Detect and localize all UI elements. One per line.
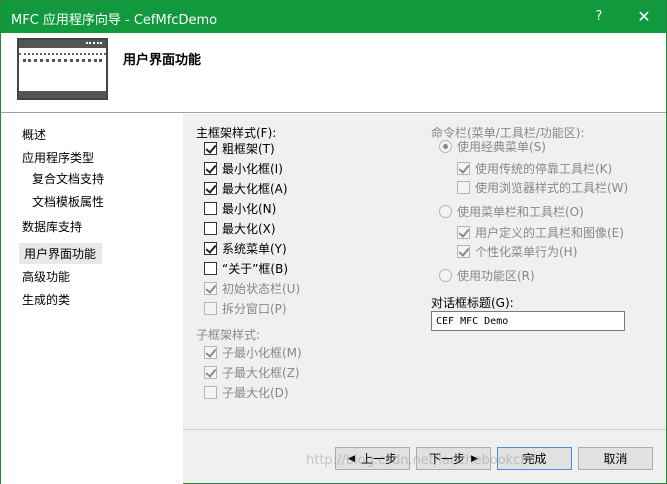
help-button[interactable]: ?	[581, 1, 617, 33]
page-title: 用户界面功能	[123, 53, 202, 68]
personalized-menu-checkbox[interactable]: 个性化菜单行为(H)	[457, 243, 577, 260]
dialog-title-input[interactable]: CEF MFC Demo	[431, 311, 625, 331]
child-maximize-box-checkbox[interactable]: 子最大化框(Z)	[204, 364, 300, 381]
menubar-toolbar-radio[interactable]: 使用菜单栏和工具栏(O)	[439, 203, 584, 220]
header-banner: 用户界面功能	[1, 33, 666, 113]
nav-item-app-type[interactable]: 应用程序类型	[22, 149, 94, 166]
main-frame-label: 主框架样式(F):	[196, 126, 277, 140]
nav-item-advanced[interactable]: 高级功能	[22, 268, 70, 285]
user-toolbar-images-checkbox[interactable]: 用户定义的工具栏和图像(E)	[457, 224, 624, 241]
initial-status-bar-checkbox[interactable]: 初始状态栏(U)	[204, 280, 300, 297]
wizard-nav: 概述 应用程序类型 复合文档支持 文档模板属性 数据库支持 用户界面功能 高级功…	[1, 114, 183, 484]
about-box-checkbox[interactable]: “关于”框(B)	[204, 260, 288, 277]
browser-toolbar-checkbox[interactable]: 使用浏览器样式的工具栏(W)	[457, 179, 628, 196]
nav-item-database[interactable]: 数据库支持	[22, 218, 82, 235]
classic-dock-toolbar-checkbox[interactable]: 使用传统的停靠工具栏(K)	[457, 160, 612, 177]
ribbon-radio[interactable]: 使用功能区(R)	[439, 267, 535, 284]
dialog-title-label: 对话框标题(G):	[431, 296, 514, 310]
thick-frame-checkbox[interactable]: 粗框架(T)	[204, 140, 275, 157]
child-frame-label: 子框架样式:	[196, 328, 261, 342]
classic-menu-radio[interactable]: 使用经典菜单(S)	[439, 138, 546, 155]
child-maximized-checkbox[interactable]: 子最大化(D)	[204, 384, 289, 401]
maximized-checkbox[interactable]: 最大化(X)	[204, 220, 276, 237]
footer-divider	[183, 429, 666, 430]
minimized-checkbox[interactable]: 最小化(N)	[204, 200, 276, 217]
minimize-box-checkbox[interactable]: 最小化框(I)	[204, 160, 283, 177]
split-window-checkbox[interactable]: 拆分窗口(P)	[204, 300, 287, 317]
watermark-text: http://blog.csdn.net/lanchebookcliff	[306, 453, 537, 468]
window-layout-icon	[17, 38, 108, 100]
title-bar: MFC 应用程序向导 - CefMfcDemo ? ✕	[1, 1, 666, 33]
window-title: MFC 应用程序向导 - CefMfcDemo	[11, 13, 218, 28]
nav-item-ui-features[interactable]: 用户界面功能	[19, 243, 103, 264]
nav-item-generated-classes[interactable]: 生成的类	[22, 291, 70, 308]
close-button[interactable]: ✕	[623, 1, 665, 33]
system-menu-checkbox[interactable]: 系统菜单(Y)	[204, 240, 287, 257]
cancel-button[interactable]: 取消	[578, 447, 653, 470]
child-minimize-box-checkbox[interactable]: 子最小化框(M)	[204, 344, 302, 361]
nav-item-doc-template[interactable]: 文档模板属性	[32, 193, 104, 210]
maximize-box-checkbox[interactable]: 最大化框(A)	[204, 180, 288, 197]
nav-item-compound-doc[interactable]: 复合文档支持	[32, 170, 104, 187]
nav-item-overview[interactable]: 概述	[22, 126, 46, 143]
wizard-window: MFC 应用程序向导 - CefMfcDemo ? ✕ 用户界面功能 概述 应用…	[0, 0, 667, 484]
